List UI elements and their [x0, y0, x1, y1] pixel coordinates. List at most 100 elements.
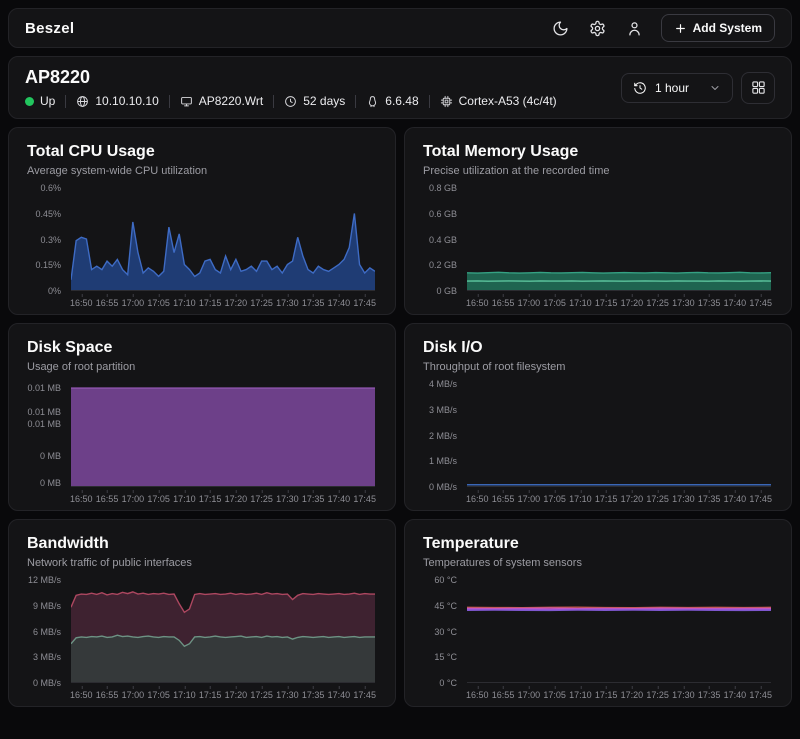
y-axis-label: 0.2 GB	[429, 260, 457, 270]
x-axis-label: 17:40	[328, 298, 351, 308]
x-axis-label: 17:40	[724, 494, 747, 504]
y-axis-label: 0.6 GB	[429, 209, 457, 219]
x-axis-label: 16:55	[96, 298, 119, 308]
x-axis-label: 17:10	[569, 298, 592, 308]
card-title: Disk Space	[27, 339, 377, 357]
x-axis-label: 17:10	[569, 690, 592, 700]
x-axis-label: 17:30	[276, 298, 299, 308]
theme-toggle-button[interactable]	[550, 18, 571, 39]
moon-icon	[552, 20, 569, 37]
x-axis-label: 17:05	[543, 690, 566, 700]
y-axis-label: 0.15%	[35, 260, 61, 270]
x-axis-label: 17:25	[250, 298, 273, 308]
user-menu-button[interactable]	[624, 18, 645, 39]
y-axis-label: 0%	[48, 286, 61, 296]
status-label: Up	[40, 94, 55, 108]
y-axis-label: 9 MB/s	[33, 601, 61, 611]
x-axis-label: 17:00	[122, 690, 145, 700]
card-subtitle: Usage of root partition	[27, 361, 377, 373]
card-title: Disk I/O	[423, 339, 773, 357]
system-title: AP8220	[25, 67, 557, 88]
plus-icon	[674, 22, 687, 35]
kernel-icon	[366, 95, 379, 108]
y-axis-label: 3 MB/s	[33, 652, 61, 662]
x-axis-label: 17:35	[698, 494, 721, 504]
x-axis-label: 17:40	[724, 690, 747, 700]
x-axis-label: 17:25	[646, 494, 669, 504]
monitor-icon	[180, 95, 193, 108]
user-icon	[626, 20, 643, 37]
x-axis-label: 17:20	[225, 298, 248, 308]
x-axis-label: 17:35	[698, 690, 721, 700]
add-system-button[interactable]: Add System	[661, 14, 775, 42]
x-axis-label: 17:05	[543, 494, 566, 504]
y-axis-label: 0 °C	[439, 678, 457, 688]
clock-icon	[284, 95, 297, 108]
system-kernel: 6.6.48	[366, 94, 418, 108]
x-axis-label: 16:50	[466, 298, 489, 308]
y-axis-label: 0 MB	[40, 478, 61, 488]
x-axis-label: 17:30	[276, 690, 299, 700]
layout-grid-button[interactable]	[741, 72, 775, 104]
y-axis-label: 0 MB/s	[33, 678, 61, 688]
status-dot-icon	[25, 97, 34, 106]
x-axis-label: 17:10	[173, 494, 196, 504]
x-axis-label: 17:40	[328, 494, 351, 504]
x-axis-label: 17:05	[147, 690, 170, 700]
x-axis-label: 17:40	[724, 298, 747, 308]
y-axis-label: 0.45%	[35, 209, 61, 219]
card-subtitle: Average system-wide CPU utilization	[27, 165, 377, 177]
x-axis-label: 16:55	[492, 298, 515, 308]
card-title: Total CPU Usage	[27, 143, 377, 161]
time-range-value: 1 hour	[655, 81, 701, 95]
x-axis-label: 17:00	[518, 690, 541, 700]
x-axis-label: 16:50	[70, 298, 93, 308]
x-axis-label: 17:35	[302, 298, 325, 308]
bandwidth-chart[interactable]: 12 MB/s9 MB/s6 MB/s3 MB/s0 MB/s16:5016:5…	[27, 580, 377, 700]
chart-card-disk-space: Disk Space Usage of root partition 0.01 …	[8, 323, 396, 511]
layout-grid-icon	[751, 80, 766, 95]
x-axis-label: 16:50	[70, 494, 93, 504]
temperature-chart[interactable]: 60 °C45 °C30 °C15 °C0 °C16:5016:5517:001…	[423, 580, 773, 700]
gear-icon	[589, 20, 606, 37]
cpu-usage-chart[interactable]: 0.6%0.45%0.3%0.15%0%16:5016:5517:0017:05…	[27, 188, 377, 308]
x-axis-label: 17:30	[672, 494, 695, 504]
system-meta: Up 10.10.10.10 AP8220.Wrt 52 days 6.6.48	[25, 94, 557, 108]
x-axis-label: 17:20	[621, 298, 644, 308]
memory-usage-chart[interactable]: 0.8 GB0.6 GB0.4 GB0.2 GB0 GB16:5016:5517…	[423, 188, 773, 308]
x-axis-label: 17:25	[646, 690, 669, 700]
x-axis-label: 17:05	[147, 298, 170, 308]
status-badge: Up	[25, 94, 55, 108]
x-axis-label: 17:10	[569, 494, 592, 504]
card-title: Bandwidth	[27, 535, 377, 553]
x-axis-label: 17:35	[302, 690, 325, 700]
settings-button[interactable]	[587, 18, 608, 39]
x-axis-label: 17:15	[199, 494, 222, 504]
y-axis-label: 0.01 MB	[27, 383, 61, 393]
y-axis-label: 0 MB/s	[429, 482, 457, 492]
x-axis-label: 16:55	[96, 494, 119, 504]
chart-card-bandwidth: Bandwidth Network traffic of public inte…	[8, 519, 396, 707]
x-axis-label: 17:20	[225, 494, 248, 504]
history-clock-icon	[633, 81, 647, 95]
y-axis-label: 4 MB/s	[429, 379, 457, 389]
time-range-select[interactable]: 1 hour	[621, 73, 733, 103]
brand-logo[interactable]: Beszel	[25, 20, 74, 37]
card-subtitle: Precise utilization at the recorded time	[423, 165, 773, 177]
divider	[169, 95, 170, 108]
chevron-down-icon	[709, 82, 721, 94]
x-axis-label: 17:00	[518, 494, 541, 504]
x-axis-label: 17:25	[250, 494, 273, 504]
y-axis-label: 3 MB/s	[429, 405, 457, 415]
system-uptime: 52 days	[284, 94, 345, 108]
x-axis-label: 16:55	[96, 690, 119, 700]
cpu-chip-icon	[440, 95, 453, 108]
disk-space-chart[interactable]: 0.01 MB0.01 MB0.01 MB0 MB0 MB16:5016:551…	[27, 384, 377, 504]
y-axis-label: 0 MB	[40, 451, 61, 461]
x-axis-label: 17:45	[749, 298, 772, 308]
x-axis-label: 17:25	[646, 298, 669, 308]
x-axis-label: 17:00	[518, 298, 541, 308]
system-info: AP8220 Up 10.10.10.10 AP8220.Wrt 52 days	[25, 67, 557, 108]
disk-io-chart[interactable]: 4 MB/s3 MB/s2 MB/s1 MB/s0 MB/s16:5016:55…	[423, 384, 773, 504]
x-axis-label: 17:20	[225, 690, 248, 700]
